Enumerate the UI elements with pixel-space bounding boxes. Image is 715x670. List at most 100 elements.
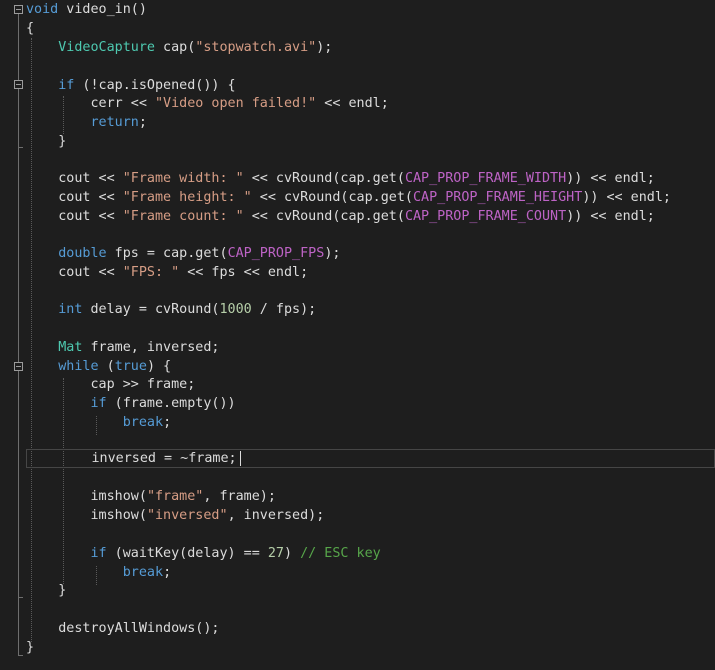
code-text: }	[58, 583, 67, 598]
code-line[interactable]: double fps = cap.get(CAP_PROP_FPS);	[26, 244, 340, 263]
code-line[interactable]: imshow("inversed", inversed);	[26, 506, 325, 525]
keyword: double	[58, 246, 107, 261]
comment: // ESC key	[300, 546, 381, 561]
keyword: break	[122, 565, 164, 580]
code-text: cerr <<	[90, 96, 155, 111]
code-text: }	[58, 134, 67, 149]
code-text: video_in()	[58, 2, 147, 17]
code-line[interactable]: }	[26, 132, 66, 151]
code-text: inversed = ~frame;	[91, 451, 237, 466]
code-text: cout <<	[58, 190, 123, 205]
current-line[interactable]: inversed = ~frame;	[26, 449, 715, 468]
code-text: cap >> frame;	[90, 377, 196, 392]
code-line[interactable]: }	[26, 581, 66, 600]
code-text: ) {	[146, 359, 172, 374]
string-literal: "frame"	[146, 489, 204, 504]
string-literal: "Video open failed!"	[155, 96, 317, 111]
code-text: cout <<	[58, 209, 123, 224]
keyword: if	[58, 78, 75, 93]
code-line[interactable]: int delay = cvRound(1000 / fps);	[26, 300, 316, 319]
code-text: fps = cap.get(	[106, 246, 228, 261]
code-editor[interactable]: void video_in() { VideoCapture cap("stop…	[0, 0, 715, 670]
code-text: );	[324, 246, 341, 261]
code-text: , inversed);	[227, 508, 325, 523]
code-text: }	[26, 640, 35, 655]
code-text: delay = cvRound(	[82, 302, 220, 317]
code-text: )) << endl;	[582, 190, 671, 205]
number-literal: 1000	[219, 302, 252, 317]
code-line[interactable]: }	[26, 638, 34, 657]
code-text: / fps);	[251, 302, 317, 317]
code-line[interactable]: VideoCapture cap("stopwatch.avi");	[26, 38, 332, 57]
code-text: ;	[163, 415, 172, 430]
code-text: ;	[163, 565, 172, 580]
code-line[interactable]: cout << "Frame width: " << cvRound(cap.g…	[26, 169, 655, 188]
code-line[interactable]: cout << "FPS: " << fps << endl;	[26, 263, 308, 282]
string-literal: "Frame height: "	[122, 190, 252, 205]
type-name: Mat	[58, 340, 83, 355]
code-text: << endl;	[316, 96, 389, 111]
keyword: return	[90, 115, 139, 130]
fold-collapse-icon[interactable]	[14, 80, 23, 89]
code-line[interactable]: void video_in()	[26, 0, 147, 19]
code-line[interactable]: cap >> frame;	[26, 375, 196, 394]
fold-range-line	[18, 89, 19, 147]
code-text: (	[98, 359, 115, 374]
fold-range-end	[18, 655, 23, 656]
code-text: cap(	[155, 40, 196, 55]
code-line[interactable]: if (frame.empty())	[26, 394, 236, 413]
fold-collapse-icon[interactable]	[14, 5, 23, 14]
code-line[interactable]: return;	[26, 113, 147, 132]
code-text: imshow(	[90, 508, 147, 523]
code-line[interactable]: imshow("frame", frame);	[26, 487, 276, 506]
macro: CAP_PROP_FRAME_WIDTH	[404, 171, 567, 186]
keyword: int	[58, 302, 83, 317]
string-literal: "Frame width: "	[122, 171, 244, 186]
code-line[interactable]: Mat frame, inversed;	[26, 338, 220, 357]
code-text: )) << endl;	[566, 209, 655, 224]
code-text: << cvRound(cap.get(	[251, 190, 413, 205]
keyword: true	[114, 359, 147, 374]
macro: CAP_PROP_FPS	[227, 246, 325, 261]
code-line[interactable]: cout << "Frame count: " << cvRound(cap.g…	[26, 207, 655, 226]
macro: CAP_PROP_FRAME_HEIGHT	[413, 190, 583, 205]
macro: CAP_PROP_FRAME_COUNT	[404, 209, 567, 224]
code-text: (frame.empty())	[106, 396, 236, 411]
code-text: cout <<	[58, 265, 123, 280]
code-line[interactable]: destroyAllWindows();	[26, 619, 220, 638]
keyword: while	[58, 359, 99, 374]
text-caret	[240, 451, 241, 466]
code-text: imshow(	[90, 489, 147, 504]
fold-range-end	[18, 147, 23, 148]
code-line[interactable]: cerr << "Video open failed!" << endl;	[26, 94, 389, 113]
number-literal: 27	[267, 546, 284, 561]
fold-range-end	[18, 597, 23, 598]
string-literal: "stopwatch.avi"	[195, 40, 317, 55]
code-text: )) << endl;	[566, 171, 655, 186]
string-literal: "FPS: "	[122, 265, 180, 280]
code-text: (!cap.isOpened()) {	[74, 78, 236, 93]
keyword: if	[90, 396, 107, 411]
code-text: << cvRound(cap.get(	[243, 171, 405, 186]
code-line[interactable]: while (true) {	[26, 357, 171, 376]
code-line[interactable]: break;	[26, 563, 171, 582]
code-text: cout <<	[58, 171, 123, 186]
code-text: frame, inversed;	[82, 340, 220, 355]
code-line[interactable]: break;	[26, 413, 171, 432]
code-line[interactable]: {	[26, 19, 34, 38]
code-text: , frame);	[203, 489, 276, 504]
code-text: ;	[138, 115, 147, 130]
fold-collapse-icon[interactable]	[14, 362, 23, 371]
code-text: << cvRound(cap.get(	[243, 209, 405, 224]
code-line[interactable]: if (waitKey(delay) == 27) // ESC key	[26, 544, 381, 563]
code-text: (waitKey(delay) ==	[106, 546, 268, 561]
code-line[interactable]: cout << "Frame height: " << cvRound(cap.…	[26, 188, 671, 207]
code-text: {	[26, 21, 35, 36]
code-text: );	[316, 40, 333, 55]
keyword: break	[122, 415, 164, 430]
code-text: destroyAllWindows();	[58, 621, 220, 636]
code-line[interactable]: if (!cap.isOpened()) {	[26, 76, 236, 95]
keyword: if	[90, 546, 107, 561]
fold-range-line	[18, 371, 19, 597]
editor-gutter	[0, 0, 26, 670]
